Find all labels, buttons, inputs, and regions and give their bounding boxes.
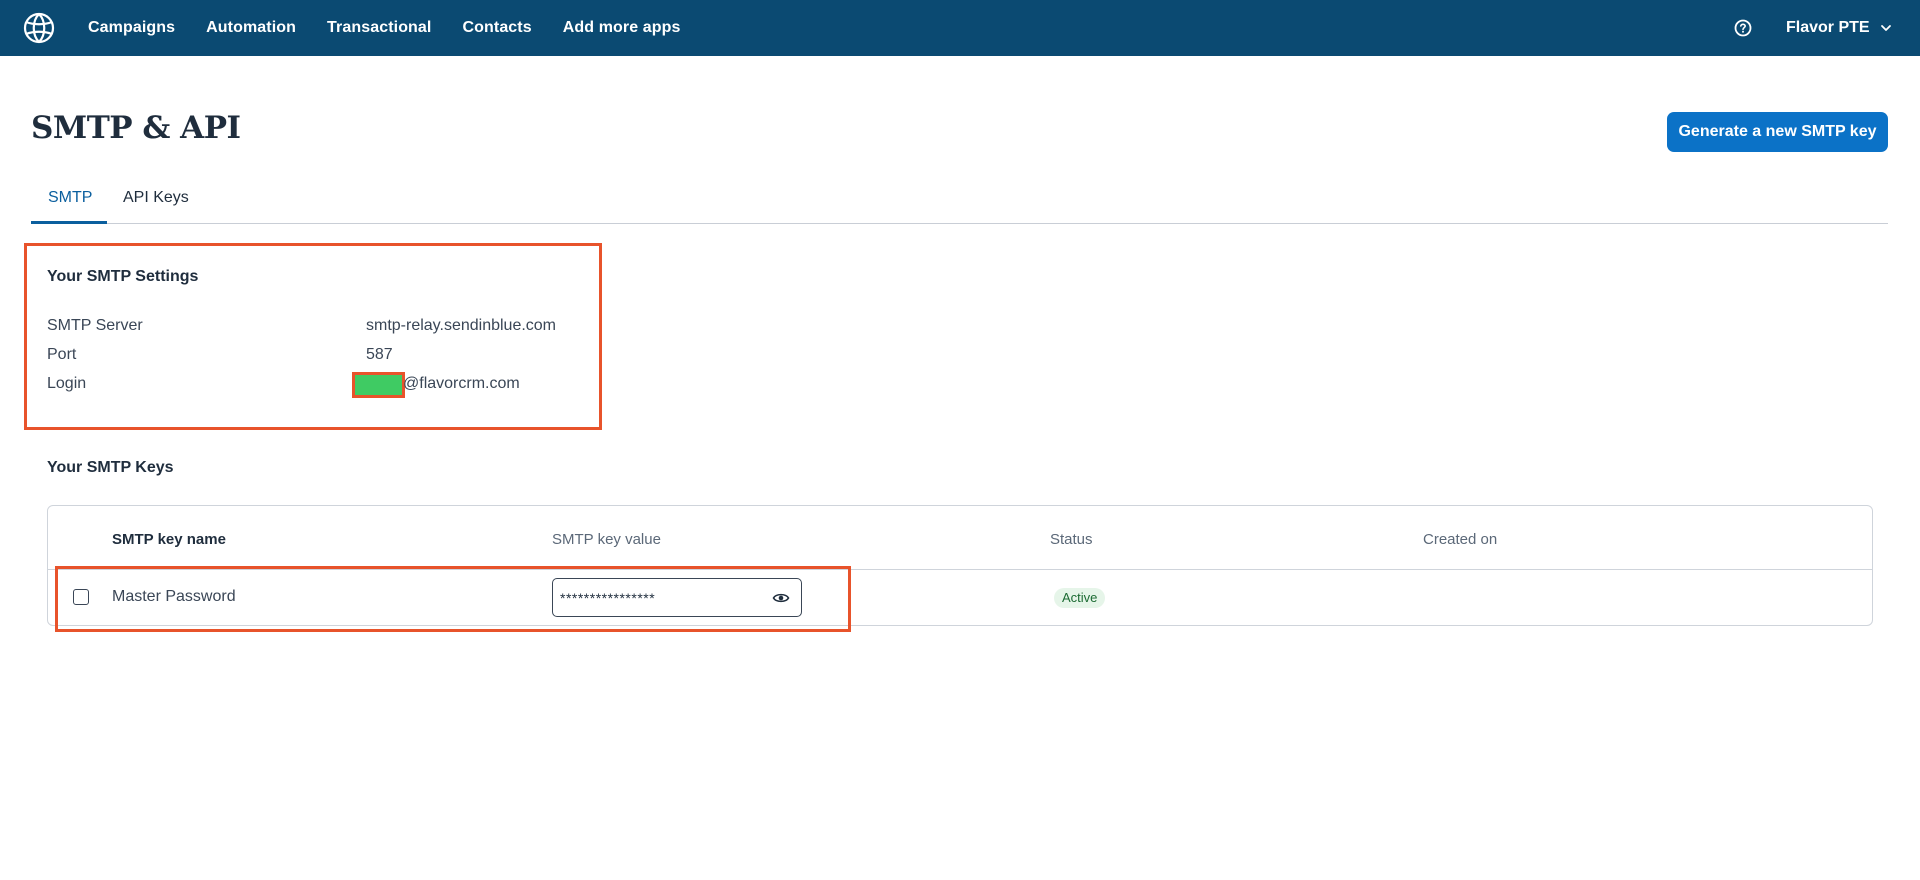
status-badge: Active <box>1054 588 1106 608</box>
smtp-keys-title: Your SMTP Keys <box>47 459 174 476</box>
login-highlight-box <box>352 372 405 398</box>
page-title: SMTP & API <box>31 110 241 146</box>
port-label: Port <box>47 346 77 363</box>
login-label: Login <box>47 375 87 392</box>
key-row-highlight-box <box>55 566 851 632</box>
smtp-server-value: smtp-relay.sendinblue.com <box>366 317 557 334</box>
account-name: Flavor PTE <box>1786 19 1870 36</box>
login-domain-value: @flavorcrm.com <box>403 375 520 392</box>
account-menu[interactable]: Flavor PTE <box>1786 0 1892 56</box>
nav-contacts[interactable]: Contacts <box>462 19 531 37</box>
port-value: 587 <box>366 346 393 363</box>
generate-smtp-key-button[interactable]: Generate a new SMTP key <box>1667 112 1888 152</box>
top-navigation-bar: Campaigns Automation Transactional Conta… <box>0 0 1920 56</box>
question-circle-icon[interactable] <box>1733 18 1753 38</box>
column-header-status: Status <box>1050 531 1093 548</box>
nav-transactional[interactable]: Transactional <box>327 19 431 37</box>
nav-add-more-apps[interactable]: Add more apps <box>563 19 681 37</box>
nav-campaigns[interactable]: Campaigns <box>88 19 175 37</box>
column-header-key-name[interactable]: SMTP key name <box>112 531 226 548</box>
tab-bar: SMTP API Keys <box>31 182 1888 224</box>
smtp-settings-title: Your SMTP Settings <box>47 268 199 285</box>
main-menu: Campaigns Automation Transactional Conta… <box>88 0 712 56</box>
tab-smtp[interactable]: SMTP <box>48 189 92 207</box>
brand-logo-icon[interactable] <box>22 11 56 45</box>
column-header-key-value: SMTP key value <box>552 531 661 548</box>
active-tab-indicator <box>31 221 107 224</box>
chevron-down-icon <box>1880 25 1891 31</box>
smtp-server-label: SMTP Server <box>47 317 143 334</box>
column-header-created-on: Created on <box>1423 531 1498 548</box>
nav-automation[interactable]: Automation <box>206 19 296 37</box>
tab-api-keys[interactable]: API Keys <box>123 189 189 207</box>
